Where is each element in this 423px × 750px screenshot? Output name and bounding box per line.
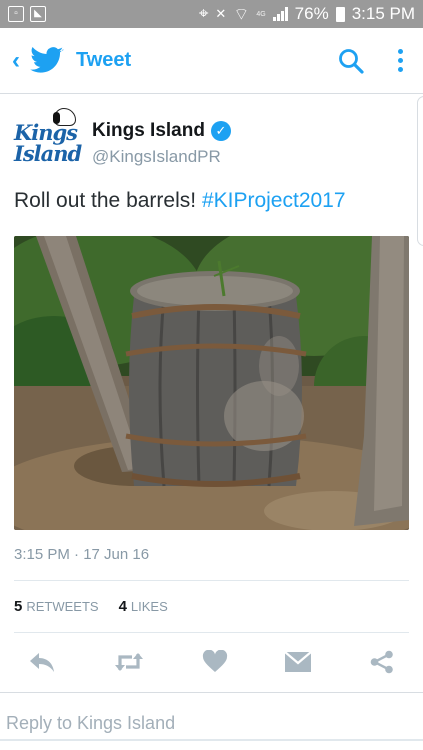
network-type: 4G [256, 10, 266, 18]
tweet-photo[interactable] [14, 236, 409, 530]
avatar-text-2: Island [14, 141, 82, 166]
image-icon: ◣ [30, 6, 46, 22]
retweets-count[interactable]: 5 [14, 598, 22, 615]
app-bar: ‹ Tweet [0, 28, 423, 94]
like-icon[interactable] [202, 650, 228, 674]
reply-underline [0, 739, 423, 741]
signal-icon [272, 7, 288, 21]
tweet-actions [14, 644, 409, 680]
lock-screen-icon: ▫ [8, 6, 24, 22]
tweet-body: Roll out the barrels! [14, 189, 202, 212]
twitter-bird-icon[interactable] [30, 46, 64, 75]
battery-percent: 76% [294, 4, 329, 23]
status-bar: ▫ ◣ ⌖ ✕ ⌔ 4G 76% 3:15 PM [0, 0, 423, 28]
verified-badge-icon: ✓ [210, 120, 231, 141]
clock: 3:15 PM [351, 4, 415, 23]
chevron-left-icon[interactable]: ‹ [12, 48, 20, 73]
reply-input[interactable]: Reply to Kings Island [6, 713, 406, 734]
likes-count[interactable]: 4 [119, 598, 127, 615]
tweet-stats: 5 RETWEETS 4 LIKES [14, 598, 168, 615]
location-icon: ⌖ [198, 4, 209, 23]
battery-icon [335, 6, 345, 22]
divider [14, 632, 409, 633]
reply-bar: Reply to Kings Island [0, 692, 423, 750]
author-name[interactable]: Kings Island [92, 120, 205, 142]
tweet-text: Roll out the barrels! #KIProject2017 [14, 186, 409, 216]
tweet-timestamp: 3:15 PM · 17 Jun 16 [14, 546, 150, 563]
overflow-menu-icon[interactable] [390, 47, 411, 74]
tweet-header: Kings Island Kings Island ✓ @KingsIsland… [14, 108, 409, 174]
share-icon[interactable] [369, 650, 395, 674]
retweets-label[interactable]: RETWEETS [26, 599, 98, 614]
divider [14, 580, 409, 581]
hashtag-link[interactable]: #KIProject2017 [202, 189, 346, 212]
author-handle[interactable]: @KingsIslandPR [92, 147, 231, 167]
retweet-icon[interactable] [113, 650, 145, 674]
page-title: Tweet [76, 49, 132, 71]
search-icon[interactable] [338, 48, 364, 74]
scroll-indicator [417, 96, 423, 246]
mute-icon: ✕ [215, 6, 227, 21]
snoopy-logo-icon [53, 108, 76, 126]
likes-label[interactable]: LIKES [131, 599, 168, 614]
reply-icon[interactable] [28, 650, 56, 674]
wifi-icon: ⌔ [233, 4, 250, 24]
direct-message-icon[interactable] [284, 651, 312, 673]
avatar[interactable]: Kings Island [14, 108, 82, 170]
